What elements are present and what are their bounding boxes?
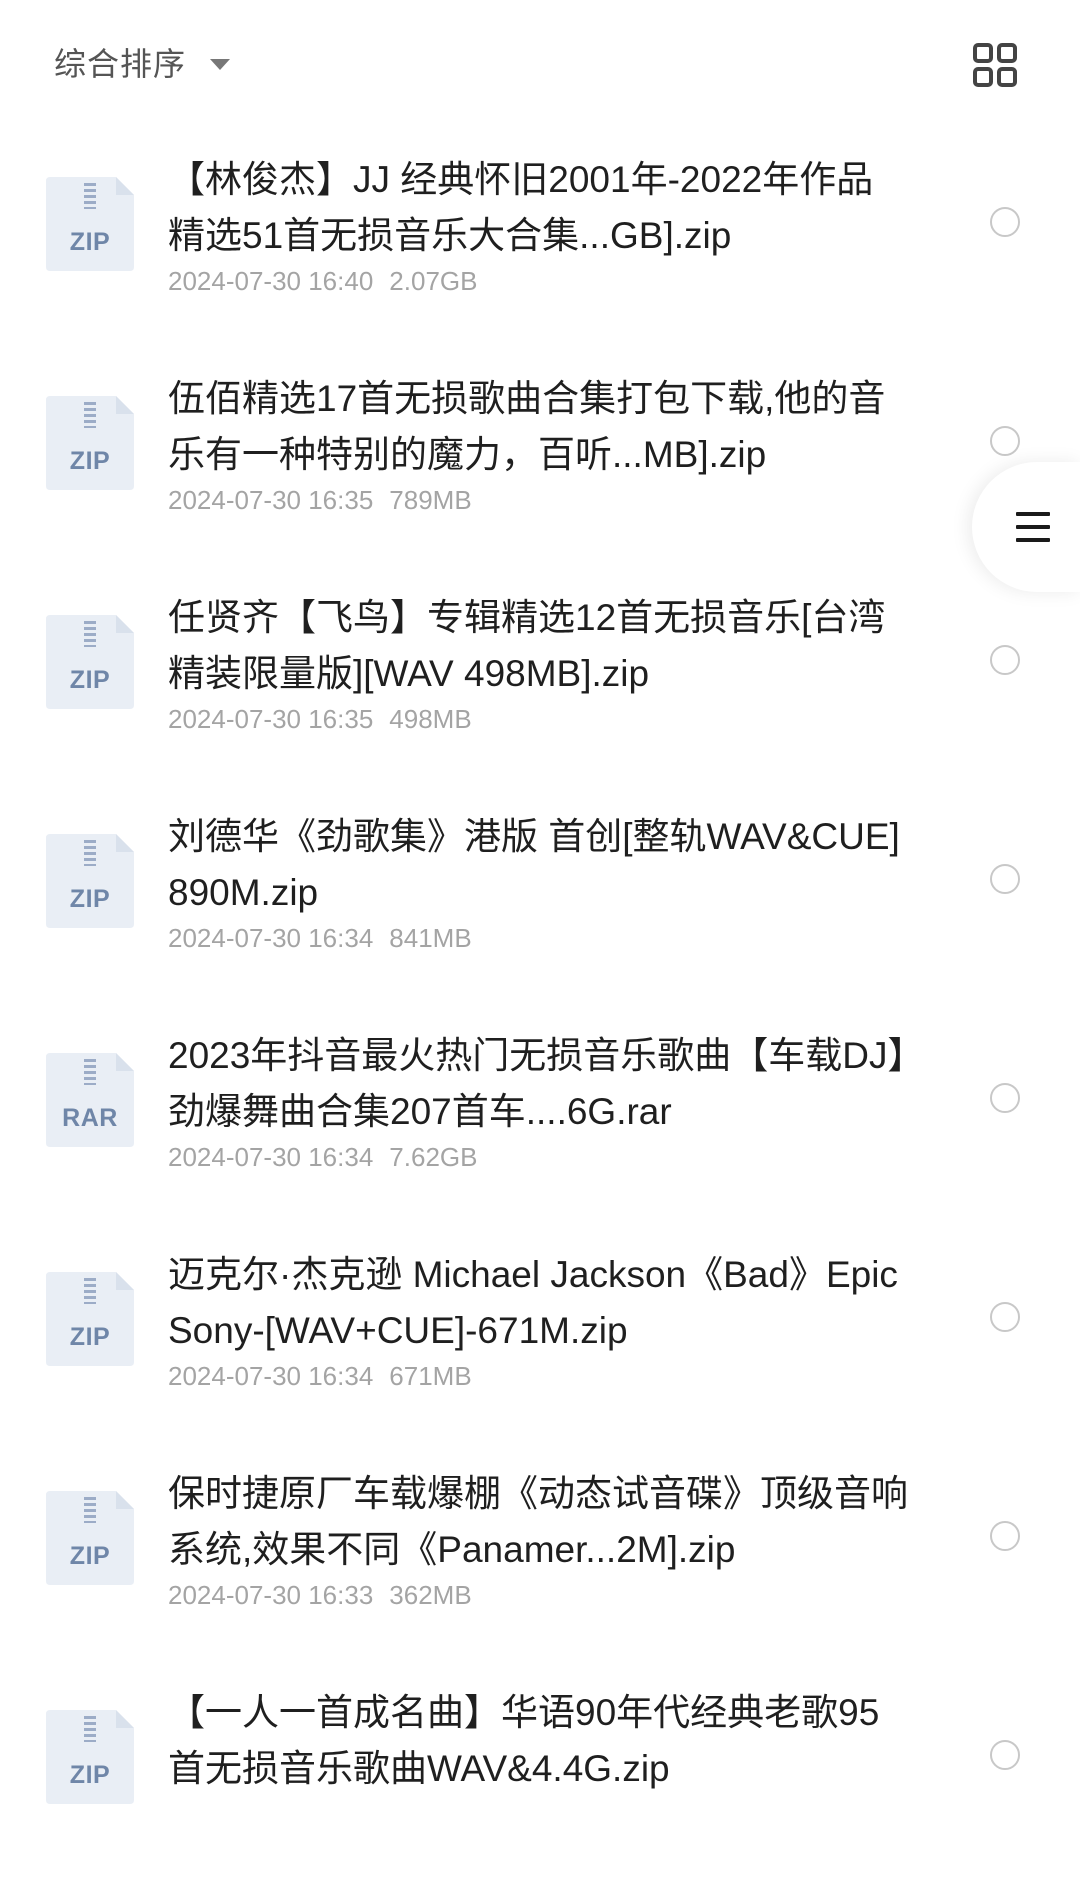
file-date: 2024-07-30 16:33 [168, 1580, 374, 1610]
file-row[interactable]: ZIP 任贤齐【飞鸟】专辑精选12首无损音乐[台湾精装限量版][WAV 498M… [0, 568, 1080, 787]
sort-dropdown[interactable]: 综合排序 [54, 42, 231, 82]
file-size: 841MB [389, 923, 472, 953]
file-size: 789MB [389, 485, 472, 515]
zip-file-icon: ZIP [46, 1272, 134, 1366]
rar-file-icon: RAR [46, 1053, 134, 1147]
file-type-label: ZIP [69, 885, 111, 913]
menu-icon [1016, 512, 1050, 542]
select-radio[interactable] [990, 864, 1020, 894]
file-name: 刘德华《劲歌集》港版 首创[整轨WAV&CUE] 890M.zip [168, 816, 900, 913]
select-radio[interactable] [990, 1302, 1020, 1332]
file-name: 伍佰精选17首无损歌曲合集打包下载,他的音乐有一种特别的魔力，百听...MB].… [168, 378, 886, 475]
file-size: 498MB [389, 704, 472, 734]
file-size: 671MB [389, 1361, 472, 1391]
file-meta: 2024-07-30 16:35 498MB [168, 704, 472, 735]
zip-file-icon: ZIP [46, 615, 134, 709]
file-meta: 2024-07-30 16:35 789MB [168, 485, 472, 516]
file-date: 2024-07-30 16:35 [168, 485, 374, 515]
select-radio[interactable] [990, 1083, 1020, 1113]
file-meta: 2024-07-30 16:34 7.62GB [168, 1142, 477, 1173]
file-row[interactable]: ZIP 刘德华《劲歌集》港版 首创[整轨WAV&CUE] 890M.zip 20… [0, 787, 1080, 1006]
file-meta: 2024-07-30 16:33 362MB [168, 1580, 472, 1611]
file-row[interactable]: ZIP 迈克尔·杰克逊 Michael Jackson《Bad》EpicSony… [0, 1225, 1080, 1444]
select-radio[interactable] [990, 1521, 1020, 1551]
file-name: 【林俊杰】JJ 经典怀旧2001年-2022年作品精选51首无损音乐大合集...… [168, 159, 874, 256]
select-radio[interactable] [990, 207, 1020, 237]
file-meta: 2024-07-30 16:40 2.07GB [168, 266, 477, 297]
file-date: 2024-07-30 16:34 [168, 923, 374, 953]
zipper-icon [84, 1716, 96, 1742]
file-name: 保时捷原厂车载爆棚《动态试音碟》顶级音响系统,效果不同《Panamer...2M… [168, 1473, 908, 1570]
file-date: 2024-07-30 16:34 [168, 1361, 374, 1391]
zipper-icon [84, 183, 96, 209]
zipper-icon [84, 1278, 96, 1304]
zipper-icon [84, 840, 96, 866]
list-header: 综合排序 [0, 0, 1080, 130]
file-row[interactable]: RAR 2023年抖音最火热门无损音乐歌曲【车载DJ】劲爆舞曲合集207首车..… [0, 1006, 1080, 1225]
file-meta: 2024-07-30 16:34 841MB [168, 923, 472, 954]
file-size: 362MB [389, 1580, 472, 1610]
file-type-label: RAR [62, 1104, 118, 1132]
file-date: 2024-07-30 16:35 [168, 704, 374, 734]
file-date: 2024-07-30 16:40 [168, 266, 374, 296]
file-type-label: ZIP [69, 1323, 111, 1351]
zip-file-icon: ZIP [46, 177, 134, 271]
zipper-icon [84, 402, 96, 428]
file-type-label: ZIP [69, 1761, 111, 1789]
file-date: 2024-07-30 16:34 [168, 1142, 374, 1172]
file-row[interactable]: ZIP 保时捷原厂车载爆棚《动态试音碟》顶级音响系统,效果不同《Panamer.… [0, 1444, 1080, 1663]
file-type-label: ZIP [69, 1542, 111, 1570]
zip-file-icon: ZIP [46, 1710, 134, 1804]
file-name: 迈克尔·杰克逊 Michael Jackson《Bad》EpicSony-[WA… [168, 1254, 898, 1351]
zipper-icon [84, 1059, 96, 1085]
file-row[interactable]: ZIP 【一人一首成名曲】华语90年代经典老歌95首无损音乐歌曲WAV&4.4G… [0, 1663, 1080, 1882]
select-radio[interactable] [990, 426, 1020, 456]
file-name: 任贤齐【飞鸟】专辑精选12首无损音乐[台湾精装限量版][WAV 498MB].z… [168, 597, 886, 694]
file-row[interactable]: ZIP 【林俊杰】JJ 经典怀旧2001年-2022年作品精选51首无损音乐大合… [0, 130, 1080, 349]
file-type-label: ZIP [69, 228, 111, 256]
sort-label: 综合排序 [54, 46, 187, 82]
file-name: 2023年抖音最火热门无损音乐歌曲【车载DJ】劲爆舞曲合集207首车....6G… [168, 1035, 907, 1132]
file-row[interactable]: ZIP 伍佰精选17首无损歌曲合集打包下载,他的音乐有一种特别的魔力，百听...… [0, 349, 1080, 568]
caret-down-icon [210, 58, 231, 70]
zip-file-icon: ZIP [46, 1491, 134, 1585]
file-size: 2.07GB [389, 266, 478, 296]
file-name: 【一人一首成名曲】华语90年代经典老歌95首无损音乐歌曲WAV&4.4G.zip [168, 1692, 880, 1789]
file-meta: 2024-07-30 16:34 671MB [168, 1361, 472, 1392]
zip-file-icon: ZIP [46, 396, 134, 490]
select-radio[interactable] [990, 1740, 1020, 1770]
zip-file-icon: ZIP [46, 834, 134, 928]
file-size: 7.62GB [389, 1142, 478, 1172]
zipper-icon [84, 621, 96, 647]
grid-view-icon[interactable] [972, 42, 1018, 88]
file-list-panel: 综合排序 ZIP 【林俊杰】JJ 经典怀旧2001年-2022年作品精选51首无… [0, 0, 1080, 1816]
select-radio[interactable] [990, 645, 1020, 675]
zipper-icon [84, 1497, 96, 1523]
file-type-label: ZIP [69, 447, 111, 475]
file-type-label: ZIP [69, 666, 111, 694]
